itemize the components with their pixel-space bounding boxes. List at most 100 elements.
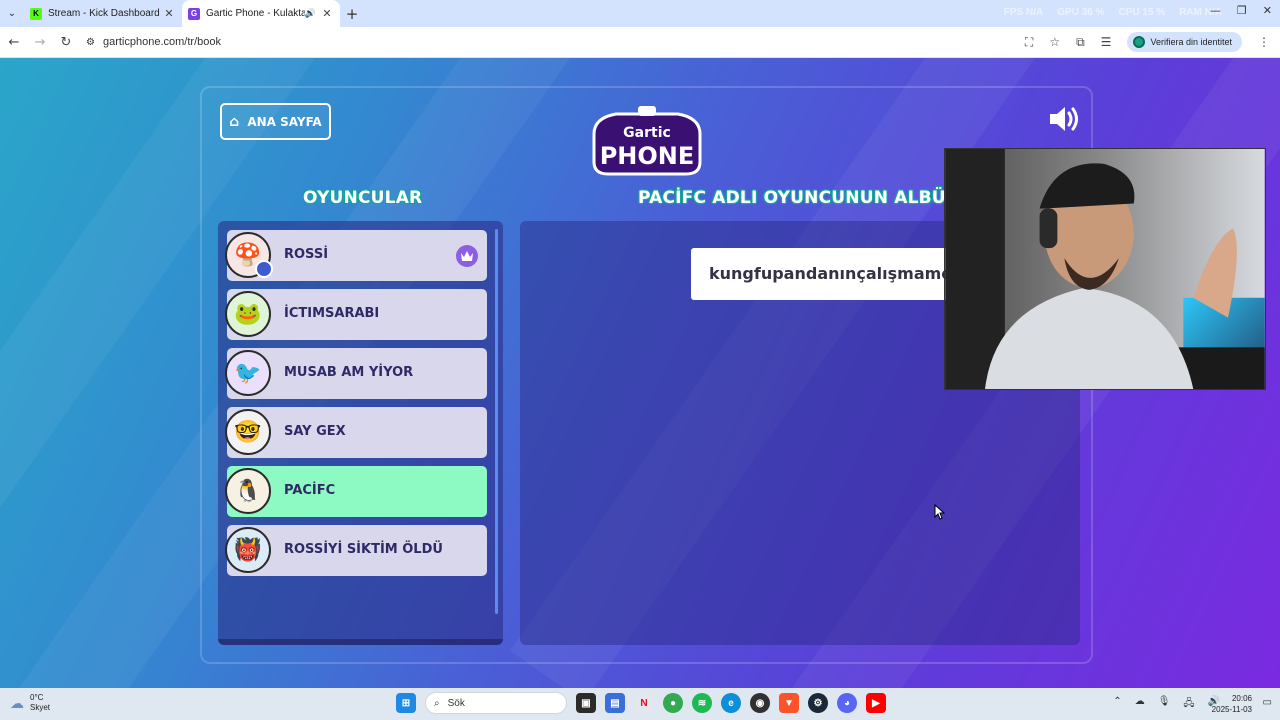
windows-start-icon[interactable]: ⊞ [396, 693, 416, 713]
frog-avatar: 🐸 [225, 291, 271, 337]
player-row[interactable]: 🤓 SAY GEX [225, 407, 487, 458]
player-name: ROSSİ [284, 247, 329, 262]
cpu-value: 15 % [1142, 7, 1166, 18]
home-button-label: ANA SAYFA [247, 114, 322, 129]
crown-icon [456, 245, 478, 267]
url-field[interactable]: ⚙ garticphone.com/tr/book [86, 36, 1025, 48]
address-bar: ← → ↻ ⚙ garticphone.com/tr/book ⛶ ☆ ⧉ ☰ … [0, 27, 1280, 58]
home-button[interactable]: ⌂ ANA SAYFA [220, 103, 331, 140]
netflix-icon[interactable]: N [634, 693, 654, 713]
obs-icon[interactable]: ◉ [750, 693, 770, 713]
taskbar-search[interactable]: ⌕ Sök [425, 692, 567, 714]
user-badge-icon [255, 260, 273, 278]
site-info-icon[interactable]: ⚙ [86, 37, 95, 48]
url-text: garticphone.com/tr/book [102, 36, 221, 48]
restore-icon[interactable]: ❐ [1237, 4, 1247, 17]
chrome-icon[interactable]: ● [663, 693, 683, 713]
cpu-label: CPU [1118, 7, 1140, 18]
close-window-icon[interactable]: ✕ [1263, 4, 1272, 17]
search-icon: ⌕ [434, 697, 440, 709]
address-bar-actions: ⛶ ☆ ⧉ ☰ Verifiera din identitet ⋮ [1025, 32, 1270, 52]
players-heading: OYUNCULAR [303, 188, 423, 208]
system-tray: ⌃ ☁ 🎙 🖧 🔊 [1113, 696, 1220, 713]
cloud-icon: ☁ [10, 694, 24, 711]
player-row[interactable]: 🐦 MUSAB AM YİYOR [225, 348, 487, 399]
player-name: PACİFC [284, 483, 336, 498]
players-scrollbar[interactable] [495, 229, 498, 614]
ram-label: RAM [1179, 7, 1202, 18]
tab-kick-dashboard[interactable]: K Stream - Kick Dashboard ✕ [24, 0, 182, 27]
penguin-avatar: 🐧 [225, 468, 271, 514]
notification-icon[interactable]: ▭ [1263, 697, 1272, 708]
tab-search-icon[interactable]: ⌄ [0, 0, 24, 27]
task-view-icon[interactable]: ▣ [576, 693, 596, 713]
browser-menu-icon[interactable]: ⋮ [1258, 35, 1270, 49]
store-icon[interactable]: ▤ [605, 693, 625, 713]
youtube-icon[interactable]: ▶ [866, 693, 886, 713]
player-row-selected[interactable]: 🐧 PACİFC [225, 466, 487, 517]
player-name: SAY GEX [284, 424, 346, 439]
new-tab-button[interactable]: + [340, 5, 364, 23]
steam-icon[interactable]: ⚙ [808, 693, 828, 713]
bird-avatar: 🐦 [225, 350, 271, 396]
weather-widget[interactable]: ☁ 0°C Skyet [10, 693, 50, 713]
tab-title: Gartic Phone - Kulaktan Kul [206, 8, 305, 19]
back-icon[interactable]: ← [2, 35, 26, 50]
webcam-overlay [944, 148, 1266, 390]
profile-label: Verifiera din identitet [1150, 37, 1232, 47]
window-controls: — ❐ ✕ [1210, 4, 1272, 17]
clock-time: 20:06 [1231, 694, 1252, 703]
windows-taskbar: ☁ 0°C Skyet ⊞ ⌕ Sök ▣ ▤ N ● ≋ e ◉ ▼ ⚙ ◕ … [0, 688, 1280, 720]
brave-icon[interactable]: ▼ [779, 693, 799, 713]
speaker-icon[interactable]: 🔊 [305, 8, 316, 19]
minimize-icon[interactable]: — [1210, 4, 1221, 17]
tab-gartic-phone[interactable]: G Gartic Phone - Kulaktan Kul 🔊 ✕ [182, 0, 340, 27]
gpu-value: 36 % [1081, 7, 1105, 18]
album-heading: PACİFC ADLI OYUNCUNUN ALBÜMÜ [638, 188, 977, 208]
spotify-icon[interactable]: ≋ [692, 693, 712, 713]
onedrive-icon[interactable]: ☁ [1135, 696, 1145, 713]
network-icon[interactable]: 🖧 [1183, 696, 1194, 713]
taskbar-apps: ⊞ ⌕ Sök ▣ ▤ N ● ≋ e ◉ ▼ ⚙ ◕ ▶ [396, 692, 886, 714]
weather-desc: Skyet [30, 703, 51, 712]
gartic-phone-logo: Gartic PHONE [592, 106, 702, 176]
player-row[interactable]: 👹 ROSSİYİ SİKTİM ÖLDÜ [225, 525, 487, 576]
fps-label: FPS [1003, 7, 1024, 18]
gpu-label: GPU [1057, 7, 1079, 18]
search-placeholder: Sök [447, 697, 465, 709]
profile-button[interactable]: Verifiera din identitet [1127, 32, 1242, 52]
logo-text-top: Gartic [623, 125, 671, 141]
players-list: 🍄 ROSSİ 🐸 İCTIMSARABI 🐦 MUSAB AM YİYOR 🤓… [218, 221, 503, 645]
close-tab-icon[interactable]: ✕ [320, 7, 334, 20]
bookmark-star-icon[interactable]: ☆ [1049, 35, 1060, 49]
close-tab-icon[interactable]: ✕ [162, 7, 176, 20]
player-name: İCTIMSARABI [284, 306, 380, 321]
browser-tab-bar: ⌄ K Stream - Kick Dashboard ✕ G Gartic P… [0, 0, 1280, 27]
player-row[interactable]: 🐸 İCTIMSARABI [225, 289, 487, 340]
player-row[interactable]: 🍄 ROSSİ [225, 230, 487, 281]
glasses-avatar: 🤓 [225, 409, 271, 455]
fps-value: N/A [1026, 7, 1044, 18]
extensions-icon[interactable]: ⧉ [1076, 35, 1085, 50]
reading-list-icon[interactable]: ☰ [1101, 35, 1112, 49]
performance-overlay: FPS N/A GPU 36 % CPU 15 % RAM N/A [1004, 7, 1222, 18]
translate-icon[interactable]: ⛶ [1025, 35, 1033, 50]
player-name: MUSAB AM YİYOR [284, 365, 414, 380]
volume-icon[interactable] [1048, 105, 1082, 133]
reload-icon[interactable]: ↻ [54, 35, 78, 50]
forward-icon[interactable]: → [28, 35, 52, 50]
edge-icon[interactable]: e [721, 693, 741, 713]
home-icon: ⌂ [229, 113, 240, 130]
microphone-icon[interactable]: 🎙 [1158, 696, 1171, 713]
discord-icon[interactable]: ◕ [837, 693, 857, 713]
taskbar-clock[interactable]: 20:06 2025-11-03 [1212, 693, 1252, 715]
clock-date: 2025-11-03 [1211, 705, 1252, 714]
tray-chevron-icon[interactable]: ⌃ [1113, 696, 1121, 713]
kick-icon: K [30, 7, 42, 20]
profile-icon [1133, 36, 1146, 48]
player-name: ROSSİYİ SİKTİM ÖLDÜ [284, 542, 443, 557]
mouse-cursor-icon [934, 504, 946, 520]
logo-text-bottom: PHONE [600, 142, 695, 170]
tab-title: Stream - Kick Dashboard [48, 8, 160, 19]
monster-avatar: 👹 [225, 527, 271, 573]
